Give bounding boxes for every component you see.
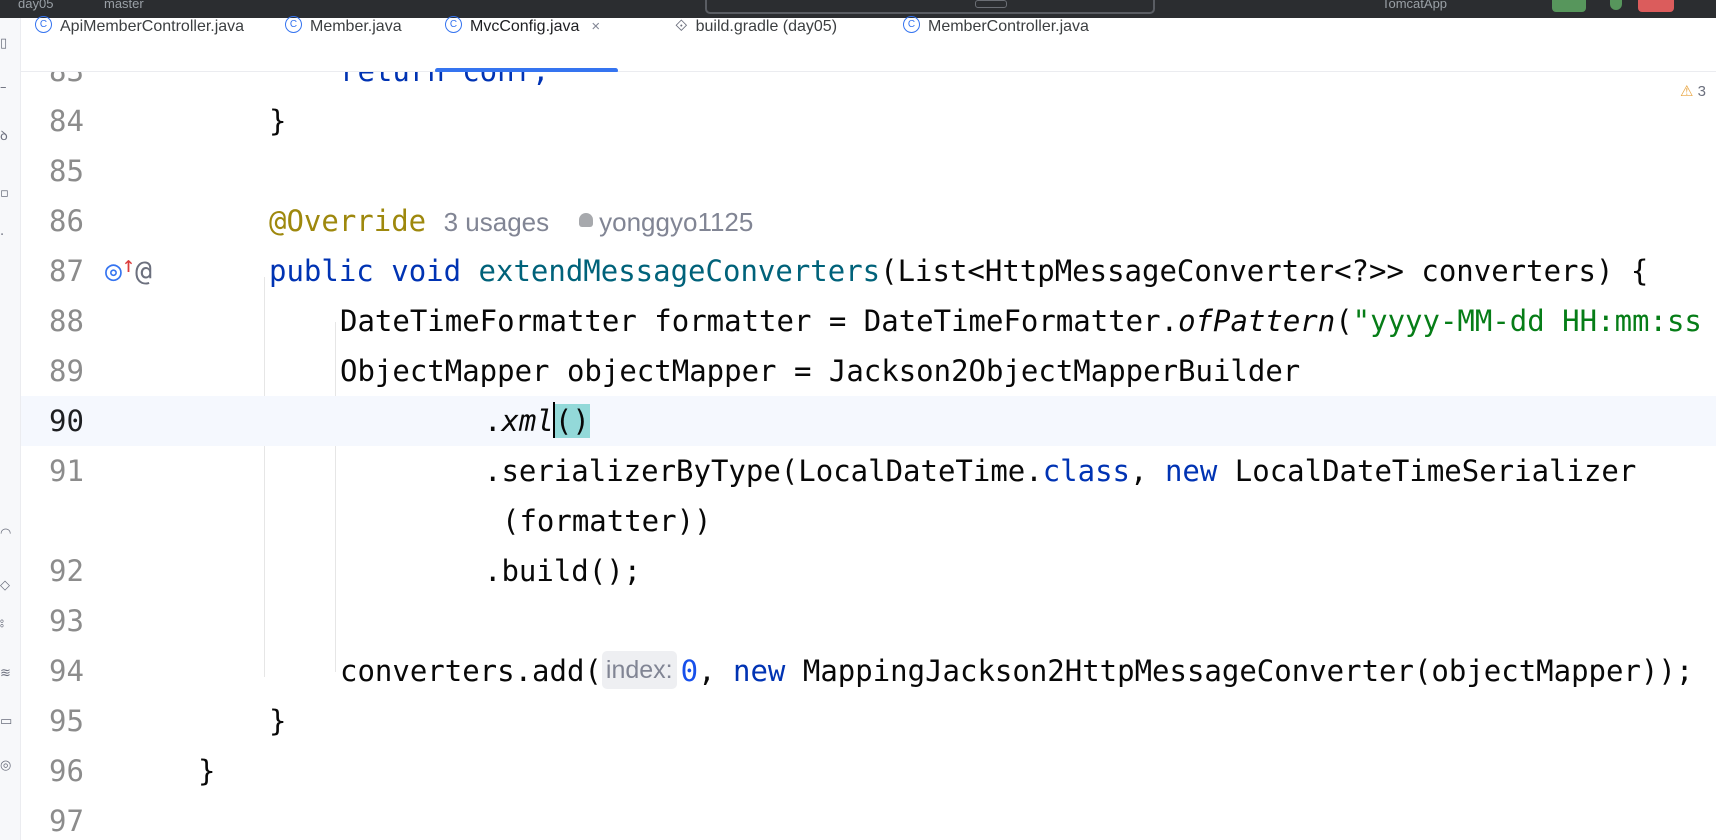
code-line: 84 } — [21, 96, 1716, 146]
line-number: 85 — [49, 154, 84, 188]
line-number: 89 — [49, 354, 84, 388]
annotation-gutter-icon[interactable]: @ — [135, 254, 152, 287]
code-line-current: 90 .xml() — [21, 396, 1716, 446]
run-configuration[interactable]: TomcatApp — [1382, 0, 1447, 11]
tab-label: MemberController.java — [928, 18, 1089, 35]
layers-tool-icon[interactable]: ≋ — [0, 666, 14, 681]
git-tool-icon[interactable]: ⦂ — [0, 616, 14, 631]
gradle-icon: ⟐ — [675, 18, 688, 35]
line-number: 91 — [49, 454, 84, 488]
tab-label: MvcConfig.java — [470, 18, 580, 35]
title-bar: day05 master TomcatApp — [0, 0, 1716, 18]
tab-member[interactable]: C Member.java — [285, 16, 402, 71]
run-button[interactable] — [1552, 0, 1586, 12]
code-editor[interactable]: ⚠ 3 83 return conf; 84 } 85 86 @Override… — [21, 72, 1716, 840]
bookmarks-tool-icon[interactable]: ▫ — [0, 186, 14, 201]
author-hint[interactable]: yonggyo1125 — [599, 207, 753, 237]
line-number: 95 — [49, 704, 84, 738]
code-line: 95 } — [21, 696, 1716, 746]
tab-label: ApiMemberController.java — [60, 18, 245, 35]
code-line: 92 .build(); — [21, 546, 1716, 596]
line-number: 83 — [49, 72, 109, 96]
vcs-branch[interactable]: master — [104, 0, 144, 11]
project-name[interactable]: day05 — [18, 0, 53, 11]
code-line: 96 } — [21, 746, 1716, 796]
code-text: } — [269, 704, 287, 738]
search-everywhere-box[interactable] — [705, 0, 1155, 14]
problems-tool-icon[interactable]: ◎ — [0, 758, 14, 773]
structure-tool-icon[interactable]: ꝺ — [0, 126, 14, 144]
text-caret — [552, 402, 555, 438]
services-tool-icon[interactable]: ◠ — [0, 526, 14, 541]
line-number: 84 — [49, 104, 84, 138]
line-number: 90 — [49, 404, 84, 438]
tab-label: Member.java — [310, 18, 402, 35]
code-text: converters.add(index: 0, new MappingJacks… — [340, 646, 1693, 696]
line-number: 92 — [49, 554, 84, 588]
annotation: @Override — [269, 204, 427, 238]
code-line: 85 — [21, 146, 1716, 196]
code-line: 88 DateTimeFormatter formatter = DateTim… — [21, 296, 1716, 346]
code-line: 87 ◎↑@ public void extendMessageConverte… — [21, 246, 1716, 296]
code-text: ObjectMapper objectMapper = Jackson2Obje… — [340, 354, 1301, 388]
line-number: 88 — [49, 304, 84, 338]
line-number: 93 — [49, 604, 84, 638]
code-text: .xml() — [484, 402, 590, 438]
code-line: 94 converters.add(index: 0, new MappingJa… — [21, 646, 1716, 696]
line-number: 97 — [49, 804, 84, 838]
endpoints-tool-icon[interactable]: ◇ — [0, 578, 14, 593]
overrides-icon[interactable]: ◎ — [105, 254, 122, 287]
tab-apimembercontroller[interactable]: C ApiMemberController.java — [35, 16, 245, 71]
class-icon: C — [35, 16, 52, 34]
debug-button[interactable] — [1610, 0, 1622, 10]
class-icon: C — [445, 16, 462, 34]
commit-tool-icon[interactable]: – — [0, 80, 14, 95]
more-tools-icon[interactable]: · — [0, 228, 14, 243]
close-tab-icon[interactable]: × — [591, 18, 600, 35]
code-text: } — [198, 754, 216, 788]
matched-parens: () — [554, 404, 590, 438]
usages-hint[interactable]: 3 usages — [444, 207, 550, 237]
code-text: public void extendMessageConverters(List… — [269, 254, 1649, 288]
class-icon: C — [903, 16, 920, 34]
line-number: 96 — [49, 754, 84, 788]
line-number: 94 — [49, 654, 84, 688]
tab-label: build.gradle (day05) — [695, 18, 838, 35]
parameter-hint[interactable]: index: — [601, 651, 677, 689]
code-text: return conf; — [340, 72, 550, 96]
code-line: 83 return conf; — [21, 72, 1716, 96]
code-line: 91 .serializerByType(LocalDateTime.class… — [21, 446, 1716, 496]
editor-tab-bar: C ApiMemberController.java C Member.java C… — [21, 16, 1716, 73]
code-text: } — [269, 104, 287, 138]
tab-build-gradle[interactable]: ⟐ build.gradle (day05) — [675, 18, 837, 71]
code-text: (formatter)) — [502, 504, 712, 538]
code-text: .build(); — [484, 554, 642, 588]
code-text: @Override 3 usages yonggyo1125 — [269, 196, 753, 247]
code-text: .serializerByType(LocalDateTime.class, n… — [484, 454, 1637, 488]
tab-membercontroller[interactable]: C MemberController.java — [903, 16, 1089, 71]
class-icon: C — [285, 16, 302, 34]
user-icon — [579, 213, 594, 227]
code-line: 93 — [21, 596, 1716, 646]
shortcut-hint — [975, 0, 1007, 8]
code-line: 86 @Override 3 usages yonggyo1125 — [21, 196, 1716, 246]
code-line: 89 ObjectMapper objectMapper = Jackson2O… — [21, 346, 1716, 396]
code-line-wrapped: (formatter)) — [21, 496, 1716, 546]
line-number: 86 — [49, 204, 84, 238]
code-text: DateTimeFormatter formatter = DateTimeFo… — [340, 304, 1702, 338]
tool-window-strip: ▯ – ꝺ ▫ · ◠ ◇ ⦂ ≋ ▭ ◎ — [0, 18, 21, 840]
stop-button[interactable] — [1638, 0, 1674, 12]
project-tool-icon[interactable]: ▯ — [0, 36, 14, 51]
gutter-markers: ◎↑@ — [105, 246, 152, 296]
terminal-tool-icon[interactable]: ▭ — [0, 714, 14, 729]
navigate-super-icon[interactable]: ↑ — [122, 253, 135, 278]
tab-mvcconfig[interactable]: C MvcConfig.java × — [435, 16, 619, 73]
line-number: 87 — [49, 254, 84, 288]
code-line: 97 — [21, 796, 1716, 840]
